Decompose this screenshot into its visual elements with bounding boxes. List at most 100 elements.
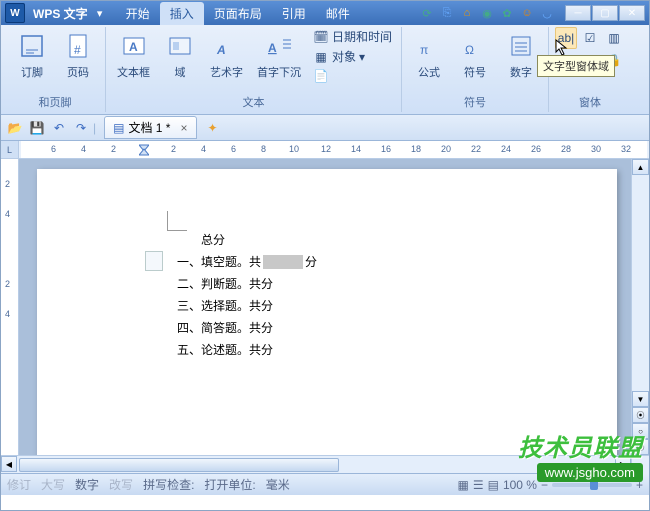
wordart-button[interactable]: A 艺术字 xyxy=(205,27,248,83)
tab-layout[interactable]: 页面布局 xyxy=(204,2,272,25)
svg-text:π: π xyxy=(420,43,428,57)
status-num[interactable]: 数字 xyxy=(75,476,99,493)
page-number-button[interactable]: # 页码 xyxy=(57,27,99,83)
page-area[interactable]: 总分 一、填空题。共分 二、判断题。共分 三、选择题。共分 四、简答题。共分 五… xyxy=(19,159,631,455)
calendar-icon: 🗓 xyxy=(313,29,329,45)
doc-icon: ▤ xyxy=(113,121,124,135)
status-track[interactable]: 修订 xyxy=(7,476,31,493)
scroll-up-button[interactable]: ▲ xyxy=(632,159,649,175)
refresh-icon[interactable]: ⟳ xyxy=(419,5,435,21)
next-page-button[interactable]: ⦿ xyxy=(632,439,649,455)
number-icon xyxy=(505,30,537,62)
doc-icon: 📄 xyxy=(313,68,329,84)
dropdown-form-button[interactable]: ▥ xyxy=(603,27,625,49)
doc-title: 总分 xyxy=(177,229,617,251)
paragraph-mark-icon xyxy=(145,251,163,271)
ribbon-group-form: ab| ☑ ▥ ▤ ⟲ 🔒 窗体 文字型窗体域 xyxy=(549,27,631,112)
zoom-value[interactable]: 100 % xyxy=(503,478,537,492)
omega-icon: Ω xyxy=(459,30,491,62)
open-button[interactable]: 📂 xyxy=(5,118,25,138)
close-button[interactable]: ✕ xyxy=(619,5,645,21)
footnote-button[interactable]: 订脚 xyxy=(11,27,53,83)
checkbox-form-button[interactable]: ☑ xyxy=(579,27,601,49)
indent-marker[interactable] xyxy=(139,141,149,159)
app-menu-dropdown-icon[interactable]: ▾ xyxy=(92,5,108,21)
vertical-ruler[interactable]: 2 4 2 4 xyxy=(1,159,19,455)
group-label: 和页脚 xyxy=(39,92,72,112)
view-outline-icon[interactable]: ☰ xyxy=(473,478,484,492)
form-field-blank[interactable] xyxy=(263,255,303,269)
svg-text:A: A xyxy=(129,40,138,54)
tab-insert[interactable]: 插入 xyxy=(160,2,204,25)
document-tab[interactable]: ▤ 文档 1 * × xyxy=(104,116,196,139)
wifi-icon[interactable]: ◡ xyxy=(539,5,555,21)
status-unit[interactable]: 毫米 xyxy=(266,476,290,493)
close-tab-button[interactable]: × xyxy=(180,121,187,135)
number-button[interactable]: 数字 xyxy=(500,27,542,83)
dropcap-button[interactable]: A 首字下沉 xyxy=(252,27,306,83)
object-button[interactable]: ▦对象▾ xyxy=(310,47,395,66)
user-icon[interactable]: ☺ xyxy=(519,5,535,21)
status-overwrite[interactable]: 改写 xyxy=(109,476,133,493)
tooltip: 文字型窗体域 xyxy=(537,55,615,77)
prev-page-button[interactable]: ⦿ xyxy=(632,407,649,423)
margin-corner-mark xyxy=(167,211,187,231)
tab-mail[interactable]: 邮件 xyxy=(316,2,360,25)
status-caps[interactable]: 大写 xyxy=(41,476,65,493)
field-button[interactable]: 域 xyxy=(159,27,201,83)
scroll-h-track[interactable] xyxy=(17,456,615,473)
zoom-out-button[interactable]: − xyxy=(541,478,548,492)
misc-button[interactable]: 📄 xyxy=(310,67,395,85)
list-item: 三、选择题。共分 xyxy=(177,295,617,317)
quick-access-toolbar: 📂 💾 ↶ ↷ | ▤ 文档 1 * × ✦ xyxy=(1,115,649,141)
tab-start[interactable]: 开始 xyxy=(116,2,160,25)
tab-reference[interactable]: 引用 xyxy=(272,2,316,25)
zoom-slider[interactable] xyxy=(552,483,632,487)
globe-icon[interactable]: ◉ xyxy=(479,5,495,21)
zoom-in-button[interactable]: + xyxy=(636,478,643,492)
ribbon-group-symbol: π 公式 Ω 符号 数字 符号 xyxy=(402,27,549,112)
new-tab-button[interactable]: ✦ xyxy=(203,118,223,138)
scroll-left-button[interactable]: ◀ xyxy=(1,456,17,472)
title-right: ⟳ ⎘ ⌂ ◉ ✿ ☺ ◡ ─ ▢ ✕ xyxy=(419,5,649,21)
page-content[interactable]: 总分 一、填空题。共分 二、判断题。共分 三、选择题。共分 四、简答题。共分 五… xyxy=(37,169,617,361)
object-icon: ▦ xyxy=(313,49,329,65)
horizontal-ruler[interactable]: L 6 4 2 2 4 6 8 10 12 14 16 18 20 22 24 … xyxy=(1,141,649,159)
status-unit-label: 打开单位: xyxy=(204,476,255,493)
app-title: WPS 文字 xyxy=(29,5,92,22)
copy-icon[interactable]: ⎘ xyxy=(439,5,455,21)
plant-icon[interactable]: ✿ xyxy=(499,5,515,21)
title-bar: W WPS 文字 ▾ 开始 插入 页面布局 引用 邮件 ⟳ ⎘ ⌂ ◉ ✿ ☺ … xyxy=(1,1,649,25)
scroll-right-button[interactable]: ▶ xyxy=(615,456,631,472)
svg-text:Ω: Ω xyxy=(465,43,474,57)
datetime-button[interactable]: 🗓日期和时间 xyxy=(310,27,395,46)
wordart-icon: A xyxy=(211,30,243,62)
view-print-icon[interactable]: ▦ xyxy=(457,478,468,492)
home-icon[interactable]: ⌂ xyxy=(459,5,475,21)
scroll-down-button[interactable]: ▼ xyxy=(632,391,649,407)
pi-icon: π xyxy=(413,30,445,62)
maximize-button[interactable]: ▢ xyxy=(592,5,618,21)
vertical-scrollbar[interactable]: ▲ ▼ ⦿ ○ ⦿ xyxy=(631,159,649,455)
status-spell[interactable]: 拼写检查: xyxy=(143,476,194,493)
symbol-button[interactable]: Ω 符号 xyxy=(454,27,496,83)
textbox-button[interactable]: A 文本框 xyxy=(112,27,155,83)
scroll-track[interactable] xyxy=(632,175,649,391)
redo-button[interactable]: ↷ xyxy=(71,118,91,138)
equation-button[interactable]: π 公式 xyxy=(408,27,450,83)
horizontal-scrollbar[interactable]: ◀ ▶ xyxy=(1,455,649,473)
save-button[interactable]: 💾 xyxy=(27,118,47,138)
textbox-icon: A xyxy=(118,30,150,62)
svg-text:A: A xyxy=(268,41,277,55)
ruler-ticks: 6 4 2 2 4 6 8 10 12 14 16 18 20 22 24 26… xyxy=(21,141,647,158)
ribbon-group-text: A 文本框 域 A 艺术字 A 首字下沉 🗓日期和时间 ▦对象▾ 📄 文本 xyxy=(106,27,402,112)
app-icon[interactable]: W xyxy=(5,3,25,23)
zoom-thumb[interactable] xyxy=(590,480,598,490)
view-web-icon[interactable]: ▤ xyxy=(488,478,499,492)
page: 总分 一、填空题。共分 二、判断题。共分 三、选择题。共分 四、简答题。共分 五… xyxy=(37,169,617,455)
group-label: 符号 xyxy=(464,92,486,112)
undo-button[interactable]: ↶ xyxy=(49,118,69,138)
scroll-thumb[interactable] xyxy=(19,458,339,472)
minimize-button[interactable]: ─ xyxy=(565,5,591,21)
browse-object-button[interactable]: ○ xyxy=(632,423,649,439)
